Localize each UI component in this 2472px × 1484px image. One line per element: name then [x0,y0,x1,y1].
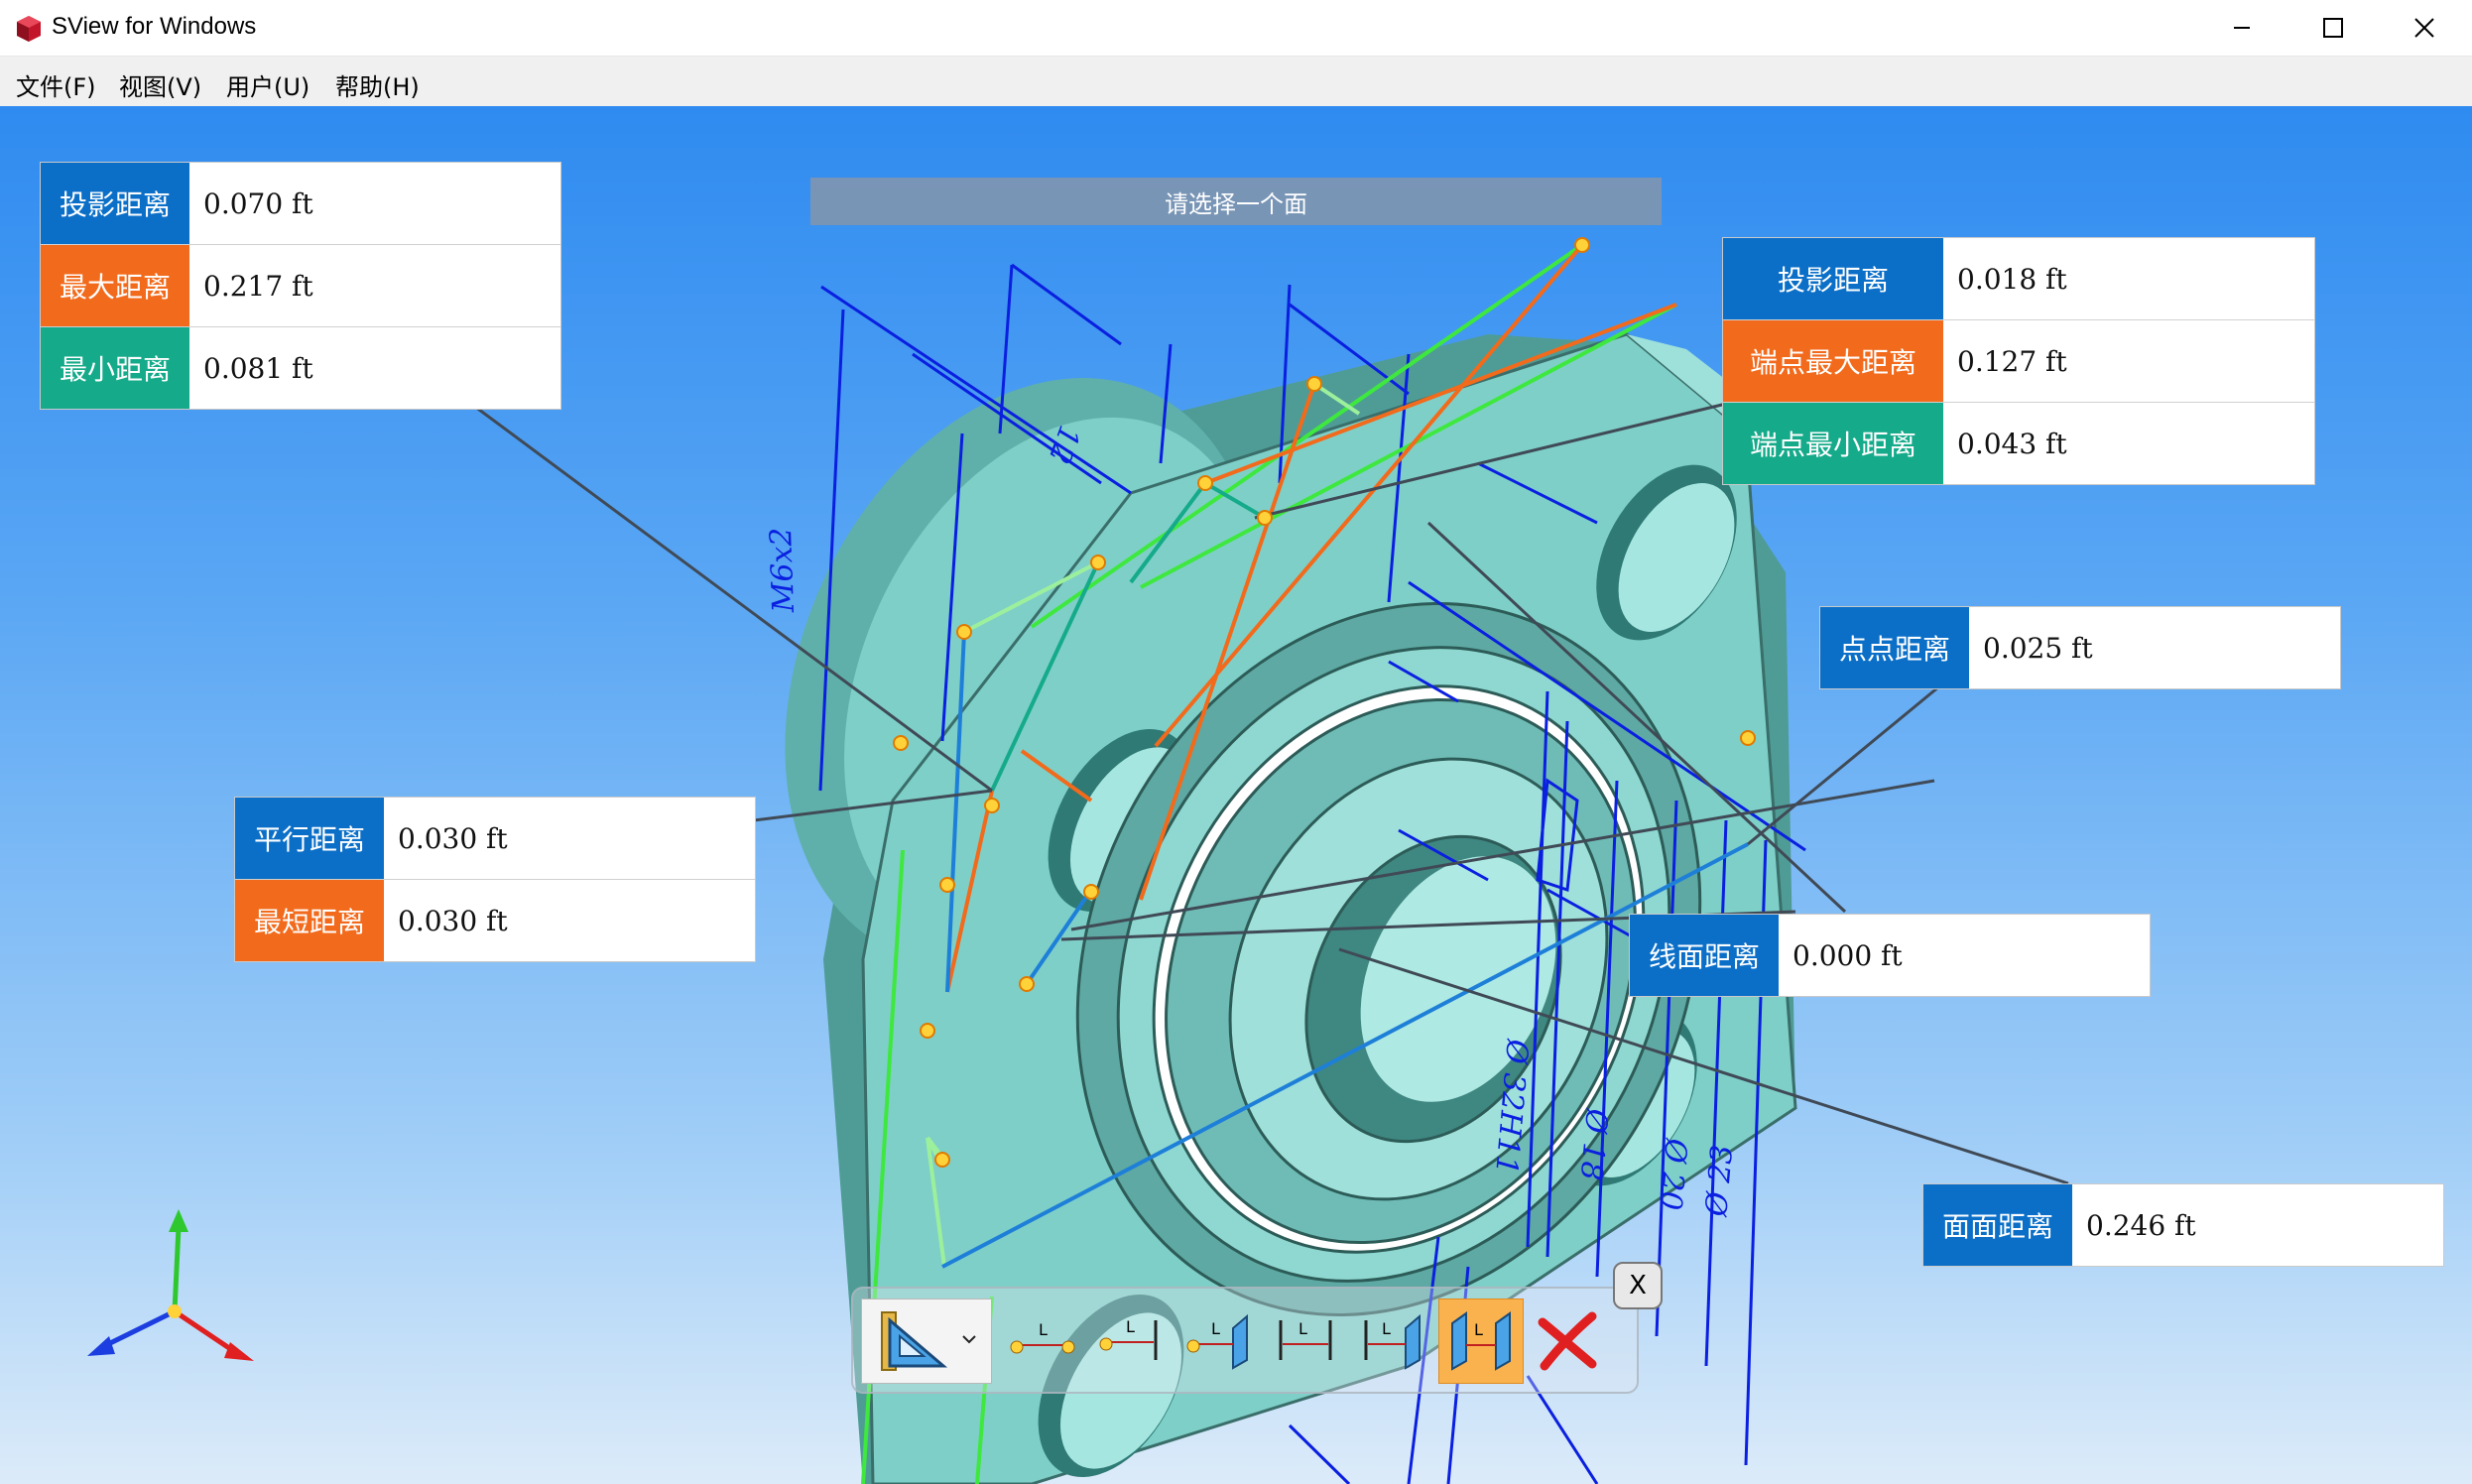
red-x-delete-icon [1538,1311,1597,1371]
delete-measurement-tool[interactable] [1526,1298,1609,1382]
point-point-icon: L [1010,1320,1075,1354]
measure-value: 0.000 ft [1779,915,2150,996]
minimize-button[interactable] [2196,0,2287,56]
measure-label: 投影距离 [41,163,189,244]
dim-label-20: Ø 20 [1653,1136,1693,1211]
measure-row: 最大距离 0.217 ft [41,244,560,326]
menu-file[interactable]: 文件(F) [16,67,96,102]
svg-text:L: L [1039,1320,1048,1339]
measure-row: 最短距离 0.030 ft [235,879,755,961]
measure-value: 0.217 ft [189,245,560,326]
line-face-tool[interactable]: L [1351,1298,1434,1382]
measure-value: 0.081 ft [189,327,560,409]
title-bar: SView for Windows [0,0,2472,57]
measure-label: 最短距离 [235,880,384,961]
measure-value: 0.018 ft [1943,238,2314,319]
line-line-tool[interactable]: L [1264,1298,1347,1382]
measure-box-face-face: 面面距离 0.246 ft [1922,1183,2444,1267]
dim-label-m6: M6x2 [764,527,802,614]
measurement-toolbar: L L L L L L [851,1287,1639,1394]
toolbar-close-button[interactable]: X [1613,1262,1663,1309]
svg-text:L: L [1298,1319,1307,1338]
measure-row: 面面距离 0.246 ft [1923,1184,2443,1266]
point-face-tool[interactable]: L [1176,1298,1260,1382]
point-point-tool[interactable]: L [1002,1298,1085,1382]
maximize-button[interactable] [2287,0,2379,56]
menu-view[interactable]: 视图(V) [119,67,201,102]
measure-value: 0.030 ft [384,880,755,961]
point-face-icon: L [1186,1313,1248,1370]
svg-text:L: L [1474,1320,1483,1339]
measure-label: 端点最大距离 [1723,320,1943,402]
measure-value: 0.070 ft [189,163,560,244]
set-square-icon [881,1311,976,1371]
selection-prompt: 请选择一个面 [810,178,1662,225]
measure-row: 点点距离 0.025 ft [1820,607,2340,688]
measure-row: 端点最大距离 0.127 ft [1723,319,2314,402]
measure-box-endpoint: 投影距离 0.018 ft 端点最大距离 0.127 ft 端点最小距离 0.0… [1722,237,2315,485]
measure-value: 0.030 ft [384,798,755,879]
measure-value: 0.246 ft [2072,1184,2443,1266]
measure-label: 投影距离 [1723,238,1943,319]
app-logo-icon [14,14,44,48]
svg-text:L: L [1211,1319,1220,1338]
measure-label: 线面距离 [1630,915,1779,996]
close-window-button[interactable] [2379,0,2470,56]
measure-label: 面面距离 [1923,1184,2072,1266]
measure-row: 端点最小距离 0.043 ft [1723,402,2314,484]
measure-box-line-face: 线面距离 0.000 ft [1629,914,2151,997]
point-line-icon: L [1099,1317,1158,1360]
measure-mode-dropdown[interactable] [861,1298,992,1384]
measure-box-point-point: 点点距离 0.025 ft [1819,606,2341,689]
measure-label: 平行距离 [235,798,384,879]
dim-label-18: Ø 18 [1573,1106,1614,1181]
measure-row: 线面距离 0.000 ft [1630,915,2150,996]
measure-row: 投影距离 0.070 ft [41,163,560,244]
window-title: SView for Windows [52,13,257,40]
menu-user[interactable]: 用户(U) [226,67,309,102]
measure-row: 投影距离 0.018 ft [1723,238,2314,319]
dim-label-23: Ø 23 [1699,1144,1740,1219]
menu-help[interactable]: 帮助(H) [335,67,420,102]
3d-viewport[interactable]: M6x2 12 Ø 32H11 Ø 23 Ø 20 Ø 18 请选择一个面 投影… [0,106,2472,1484]
line-line-icon: L [1279,1319,1332,1360]
svg-text:L: L [1126,1317,1135,1336]
measure-box-parallel: 平行距离 0.030 ft 最短距离 0.030 ft [234,797,756,962]
measure-row: 平行距离 0.030 ft [235,798,755,879]
svg-text:L: L [1382,1319,1391,1338]
measure-label: 点点距离 [1820,607,1969,688]
chevron-down-icon [962,1335,976,1344]
measure-label: 最小距离 [41,327,189,409]
menu-bar: 文件(F) 视图(V) 用户(U) 帮助(H) [0,57,2472,106]
point-line-tool[interactable]: L [1089,1298,1173,1382]
measure-box-distance: 投影距离 0.070 ft 最大距离 0.217 ft 最小距离 0.081 f… [40,162,561,410]
measure-value: 0.025 ft [1969,607,2340,688]
measure-value: 0.127 ft [1943,320,2314,402]
measure-label: 端点最小距离 [1723,403,1943,484]
axis-triad [87,1209,254,1361]
line-face-icon: L [1364,1313,1421,1370]
measure-value: 0.043 ft [1943,403,2314,484]
face-face-icon: L [1451,1311,1511,1371]
measure-label: 最大距离 [41,245,189,326]
face-face-tool[interactable]: L [1438,1298,1524,1384]
measure-row: 最小距离 0.081 ft [41,326,560,409]
